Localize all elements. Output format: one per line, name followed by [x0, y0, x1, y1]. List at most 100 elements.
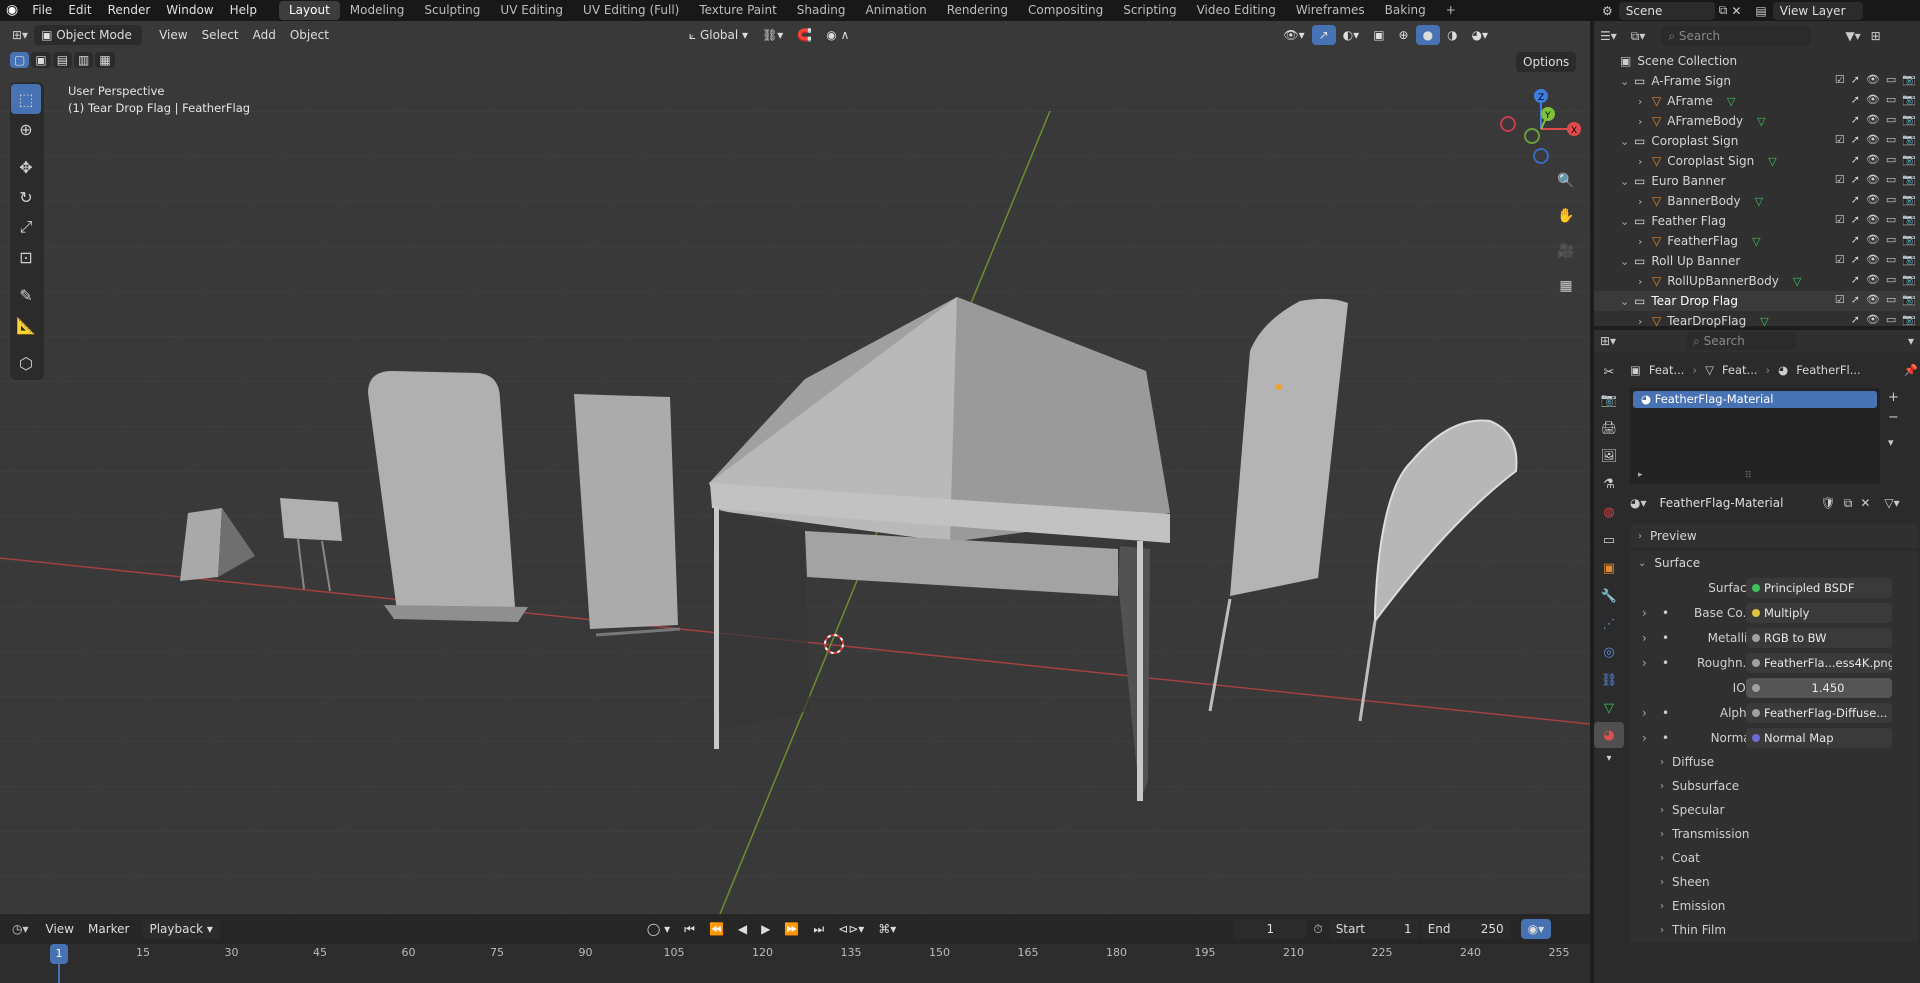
select-box-tool-icon[interactable]: ⬚ — [11, 84, 41, 114]
xray-icon[interactable]: ▣ — [1366, 25, 1391, 45]
navigation-gizmo[interactable]: Z X Y — [1498, 86, 1584, 172]
exclude-checkbox-icon[interactable]: ☑ — [1835, 293, 1845, 306]
world-tab-icon[interactable]: ◍ — [1594, 498, 1624, 526]
expand-chevron-icon[interactable]: › — [1638, 195, 1650, 208]
menu-file[interactable]: File — [24, 0, 60, 21]
viewport-disable-icon[interactable]: ▭ — [1886, 133, 1896, 146]
proportional-edit-icon[interactable]: ◉ ∧ — [819, 25, 856, 45]
outliner-row-collection[interactable]: ⌄ ▭ Roll Up Banner ☑ ➚ 👁 ▭ 📷 — [1594, 251, 1920, 271]
outliner-row-collection[interactable]: ⌄ ▭ Feather Flag ☑ ➚ 👁 ▭ 📷 — [1594, 211, 1920, 231]
menu-help[interactable]: Help — [222, 0, 265, 21]
outliner-editor-icon[interactable]: ☰▾ — [1600, 29, 1617, 43]
exclude-checkbox-icon[interactable]: ☑ — [1835, 213, 1845, 226]
outliner-row-collection[interactable]: ⌄ ▭ A-Frame Sign ☑ ➚ 👁 ▭ 📷 — [1594, 71, 1920, 91]
sync-mode-icon[interactable]: ◉▾ — [1520, 919, 1552, 939]
visibility-eye-icon[interactable]: 👁 — [1866, 273, 1880, 286]
menu-object[interactable]: Object — [283, 25, 336, 45]
visibility-eye-icon[interactable]: 👁 — [1866, 253, 1880, 266]
shading-wireframe-icon[interactable]: ⊕ — [1392, 25, 1416, 45]
viewport-disable-icon[interactable]: ▭ — [1886, 293, 1896, 306]
material-name-field[interactable]: FeatherFlag-Material — [1652, 493, 1813, 513]
render-tab-icon[interactable]: 📷 — [1594, 386, 1624, 414]
expand-chevron-icon[interactable]: ⌄ — [1620, 295, 1632, 308]
input-expand-chevron-icon[interactable]: › — [1642, 656, 1647, 670]
selectable-icon[interactable]: ➚ — [1851, 273, 1860, 286]
expand-chevron-icon[interactable]: › — [1638, 115, 1650, 128]
select-new-icon[interactable]: ▢ — [10, 52, 30, 68]
expand-chevron-icon[interactable]: › — [1638, 275, 1650, 288]
timeline-menu-view[interactable]: View — [39, 919, 81, 939]
surface-input-field[interactable]: Multiply — [1746, 602, 1892, 623]
tab-uv-editing-full[interactable]: UV Editing (Full) — [573, 1, 689, 20]
pan-hand-icon[interactable]: ✋ — [1553, 203, 1579, 229]
view-layer-tab-icon[interactable]: 🖼 — [1594, 442, 1624, 470]
shading-material-icon[interactable]: ◑ — [1440, 25, 1464, 45]
current-frame-field[interactable]: 1 — [1233, 919, 1308, 939]
selectable-icon[interactable]: ➚ — [1851, 233, 1860, 246]
jump-start-icon[interactable]: ⏮ — [677, 919, 702, 939]
input-expand-chevron-icon[interactable]: › — [1642, 631, 1647, 645]
selectable-icon[interactable]: ➚ — [1851, 313, 1860, 326]
visibility-eye-icon[interactable]: 👁 — [1866, 213, 1880, 226]
shading-solid-icon[interactable]: ● — [1415, 25, 1441, 45]
menu-view[interactable]: View — [152, 25, 194, 45]
fake-user-icon[interactable]: 🛡 — [1821, 496, 1836, 510]
mesh-data-icon[interactable]: ▽ — [1757, 115, 1765, 128]
snap-icon[interactable]: 🧲 — [790, 25, 819, 45]
subpanel-header[interactable]: › Coat — [1630, 846, 1918, 870]
surface-header-row[interactable]: ⌄ Surface — [1630, 551, 1918, 575]
zoom-icon[interactable]: 🔍 — [1553, 168, 1579, 194]
tab-layout[interactable]: Layout — [278, 1, 340, 20]
viewport-disable-icon[interactable]: ▭ — [1886, 253, 1896, 266]
expand-chevron-icon[interactable]: › — [1638, 95, 1650, 108]
surface-input-field[interactable]: Principled BSDF — [1746, 577, 1892, 598]
expand-chevron-icon[interactable]: ⌄ — [1620, 135, 1632, 148]
timeline-editor-icon[interactable]: ◷▾ — [12, 922, 29, 936]
auto-key-icon[interactable]: ⊲⊳▾ — [831, 919, 871, 939]
mesh-data-icon[interactable]: ▽ — [1752, 235, 1760, 248]
slot-expand-icon[interactable]: ▸ — [1638, 470, 1643, 480]
viewport-disable-icon[interactable]: ▭ — [1886, 93, 1896, 106]
input-expand-chevron-icon[interactable]: › — [1642, 731, 1647, 745]
transform-tool-icon[interactable]: ⊡ — [11, 242, 41, 272]
timeline-menu-playback[interactable]: Playback ▾ — [142, 919, 220, 939]
tab-video-editing[interactable]: Video Editing — [1187, 1, 1286, 20]
visibility-eye-icon[interactable]: 👁 — [1866, 193, 1880, 206]
selectable-icon[interactable]: ➚ — [1851, 113, 1860, 126]
visibility-icon[interactable]: 👁▾ — [1276, 25, 1311, 45]
viewport-disable-icon[interactable]: ▭ — [1886, 213, 1896, 226]
preview-panel[interactable]: › Preview — [1630, 524, 1918, 548]
play-reverse-icon[interactable]: ◀ — [731, 919, 754, 939]
annotate-tool-icon[interactable]: ✎ — [11, 280, 41, 310]
scene-name-field[interactable]: Scene — [1618, 1, 1715, 20]
render-camera-icon[interactable]: 📷 — [1902, 73, 1916, 86]
render-camera-icon[interactable]: 📷 — [1902, 193, 1916, 206]
tab-shading[interactable]: Shading — [787, 1, 856, 20]
scene-tab-icon[interactable]: ⚗ — [1594, 470, 1624, 498]
visibility-eye-icon[interactable]: 👁 — [1866, 313, 1880, 326]
jump-end-icon[interactable]: ⏭ — [806, 919, 831, 939]
rotate-tool-icon[interactable]: ↻ — [11, 182, 41, 212]
viewport-disable-icon[interactable]: ▭ — [1886, 233, 1896, 246]
menu-render[interactable]: Render — [100, 0, 159, 21]
playhead-marker[interactable]: 1 — [50, 944, 68, 964]
browse-material-icon[interactable]: ◕▾ — [1630, 496, 1647, 510]
slot-resize-handle-icon[interactable]: ⠿ — [1745, 471, 1752, 481]
add-workspace-icon[interactable]: + — [1436, 1, 1466, 20]
selectable-icon[interactable]: ➚ — [1851, 93, 1860, 106]
render-camera-icon[interactable]: 📷 — [1902, 313, 1916, 326]
tab-uv-editing[interactable]: UV Editing — [490, 1, 573, 20]
selectable-icon[interactable]: ➚ — [1851, 293, 1860, 306]
selectable-icon[interactable]: ➚ — [1851, 253, 1860, 266]
duplicate-material-icon[interactable]: ⧉ — [1844, 496, 1853, 511]
data-tab-icon[interactable]: ▽ — [1594, 694, 1624, 722]
render-camera-icon[interactable]: 📷 — [1902, 293, 1916, 306]
expand-chevron-icon[interactable]: ⌄ — [1620, 215, 1632, 228]
link-data-icon[interactable]: ▽▾ — [1884, 496, 1899, 510]
overlay-toggle-icon[interactable]: ◐▾ — [1336, 25, 1367, 45]
cursor-tool-icon[interactable]: ⊕ — [11, 114, 41, 144]
subpanel-header[interactable]: › Subsurface — [1630, 774, 1918, 798]
object-tab-icon[interactable]: ▣ — [1594, 554, 1624, 582]
surface-input-field[interactable]: Normal Map — [1746, 727, 1892, 748]
visibility-eye-icon[interactable]: 👁 — [1866, 113, 1880, 126]
